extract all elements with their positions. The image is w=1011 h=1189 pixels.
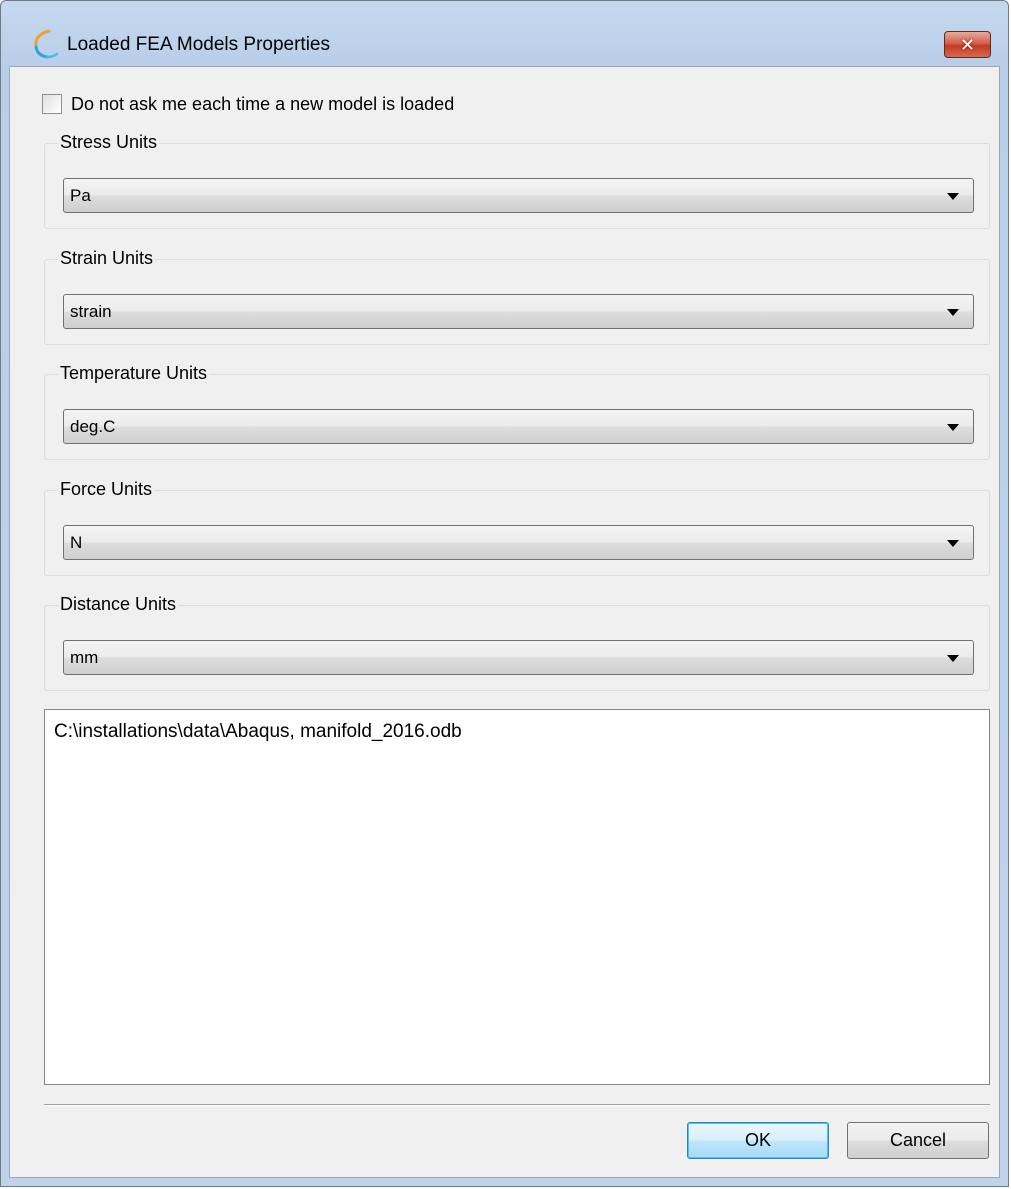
chevron-down-icon bbox=[947, 193, 959, 200]
dialog-window: Loaded FEA Models Properties ✕ Do not as… bbox=[0, 0, 1009, 1187]
strain-units-value: strain bbox=[70, 302, 112, 321]
dialog-body: Do not ask me each time a new model is l… bbox=[9, 66, 1000, 1178]
distance-units-value: mm bbox=[70, 648, 99, 667]
do-not-ask-checkbox[interactable] bbox=[42, 94, 62, 114]
model-path-item[interactable]: C:\installations\data\Abaqus, manifold_2… bbox=[54, 720, 462, 744]
distance-units-group: Distance Units mm bbox=[44, 592, 990, 691]
force-units-label: Force Units bbox=[58, 477, 155, 501]
do-not-ask-checkbox-row[interactable]: Do not ask me each time a new model is l… bbox=[42, 91, 454, 117]
stress-units-select[interactable]: Pa bbox=[63, 178, 974, 213]
close-button[interactable]: ✕ bbox=[944, 31, 991, 58]
chevron-down-icon bbox=[947, 424, 959, 431]
stress-units-group: Stress Units Pa bbox=[44, 130, 990, 229]
app-logo-icon bbox=[34, 29, 59, 59]
temperature-units-value: deg.C bbox=[70, 417, 116, 436]
chevron-down-icon bbox=[947, 655, 959, 662]
close-icon: ✕ bbox=[959, 34, 976, 55]
strain-units-group: Strain Units strain bbox=[44, 246, 990, 345]
temperature-units-label: Temperature Units bbox=[58, 361, 210, 385]
title-bar[interactable]: Loaded FEA Models Properties ✕ bbox=[1, 1, 1008, 65]
window-title: Loaded FEA Models Properties bbox=[67, 34, 330, 55]
temperature-units-select[interactable]: deg.C bbox=[63, 409, 974, 444]
stress-units-label: Stress Units bbox=[58, 130, 160, 154]
chevron-down-icon bbox=[947, 309, 959, 316]
strain-units-select[interactable]: strain bbox=[63, 294, 974, 329]
force-units-group: Force Units N bbox=[44, 477, 990, 576]
model-list-box[interactable]: C:\installations\data\Abaqus, manifold_2… bbox=[44, 709, 990, 1085]
divider bbox=[44, 1104, 990, 1106]
do-not-ask-label[interactable]: Do not ask me each time a new model is l… bbox=[71, 94, 454, 115]
force-units-select[interactable]: N bbox=[63, 525, 974, 560]
ok-button[interactable]: OK bbox=[687, 1122, 829, 1159]
stress-units-value: Pa bbox=[70, 186, 91, 205]
temperature-units-group: Temperature Units deg.C bbox=[44, 361, 990, 460]
strain-units-label: Strain Units bbox=[58, 246, 156, 270]
distance-units-label: Distance Units bbox=[58, 592, 179, 616]
chevron-down-icon bbox=[947, 540, 959, 547]
cancel-button[interactable]: Cancel bbox=[847, 1122, 989, 1159]
force-units-value: N bbox=[70, 533, 83, 552]
distance-units-select[interactable]: mm bbox=[63, 640, 974, 675]
